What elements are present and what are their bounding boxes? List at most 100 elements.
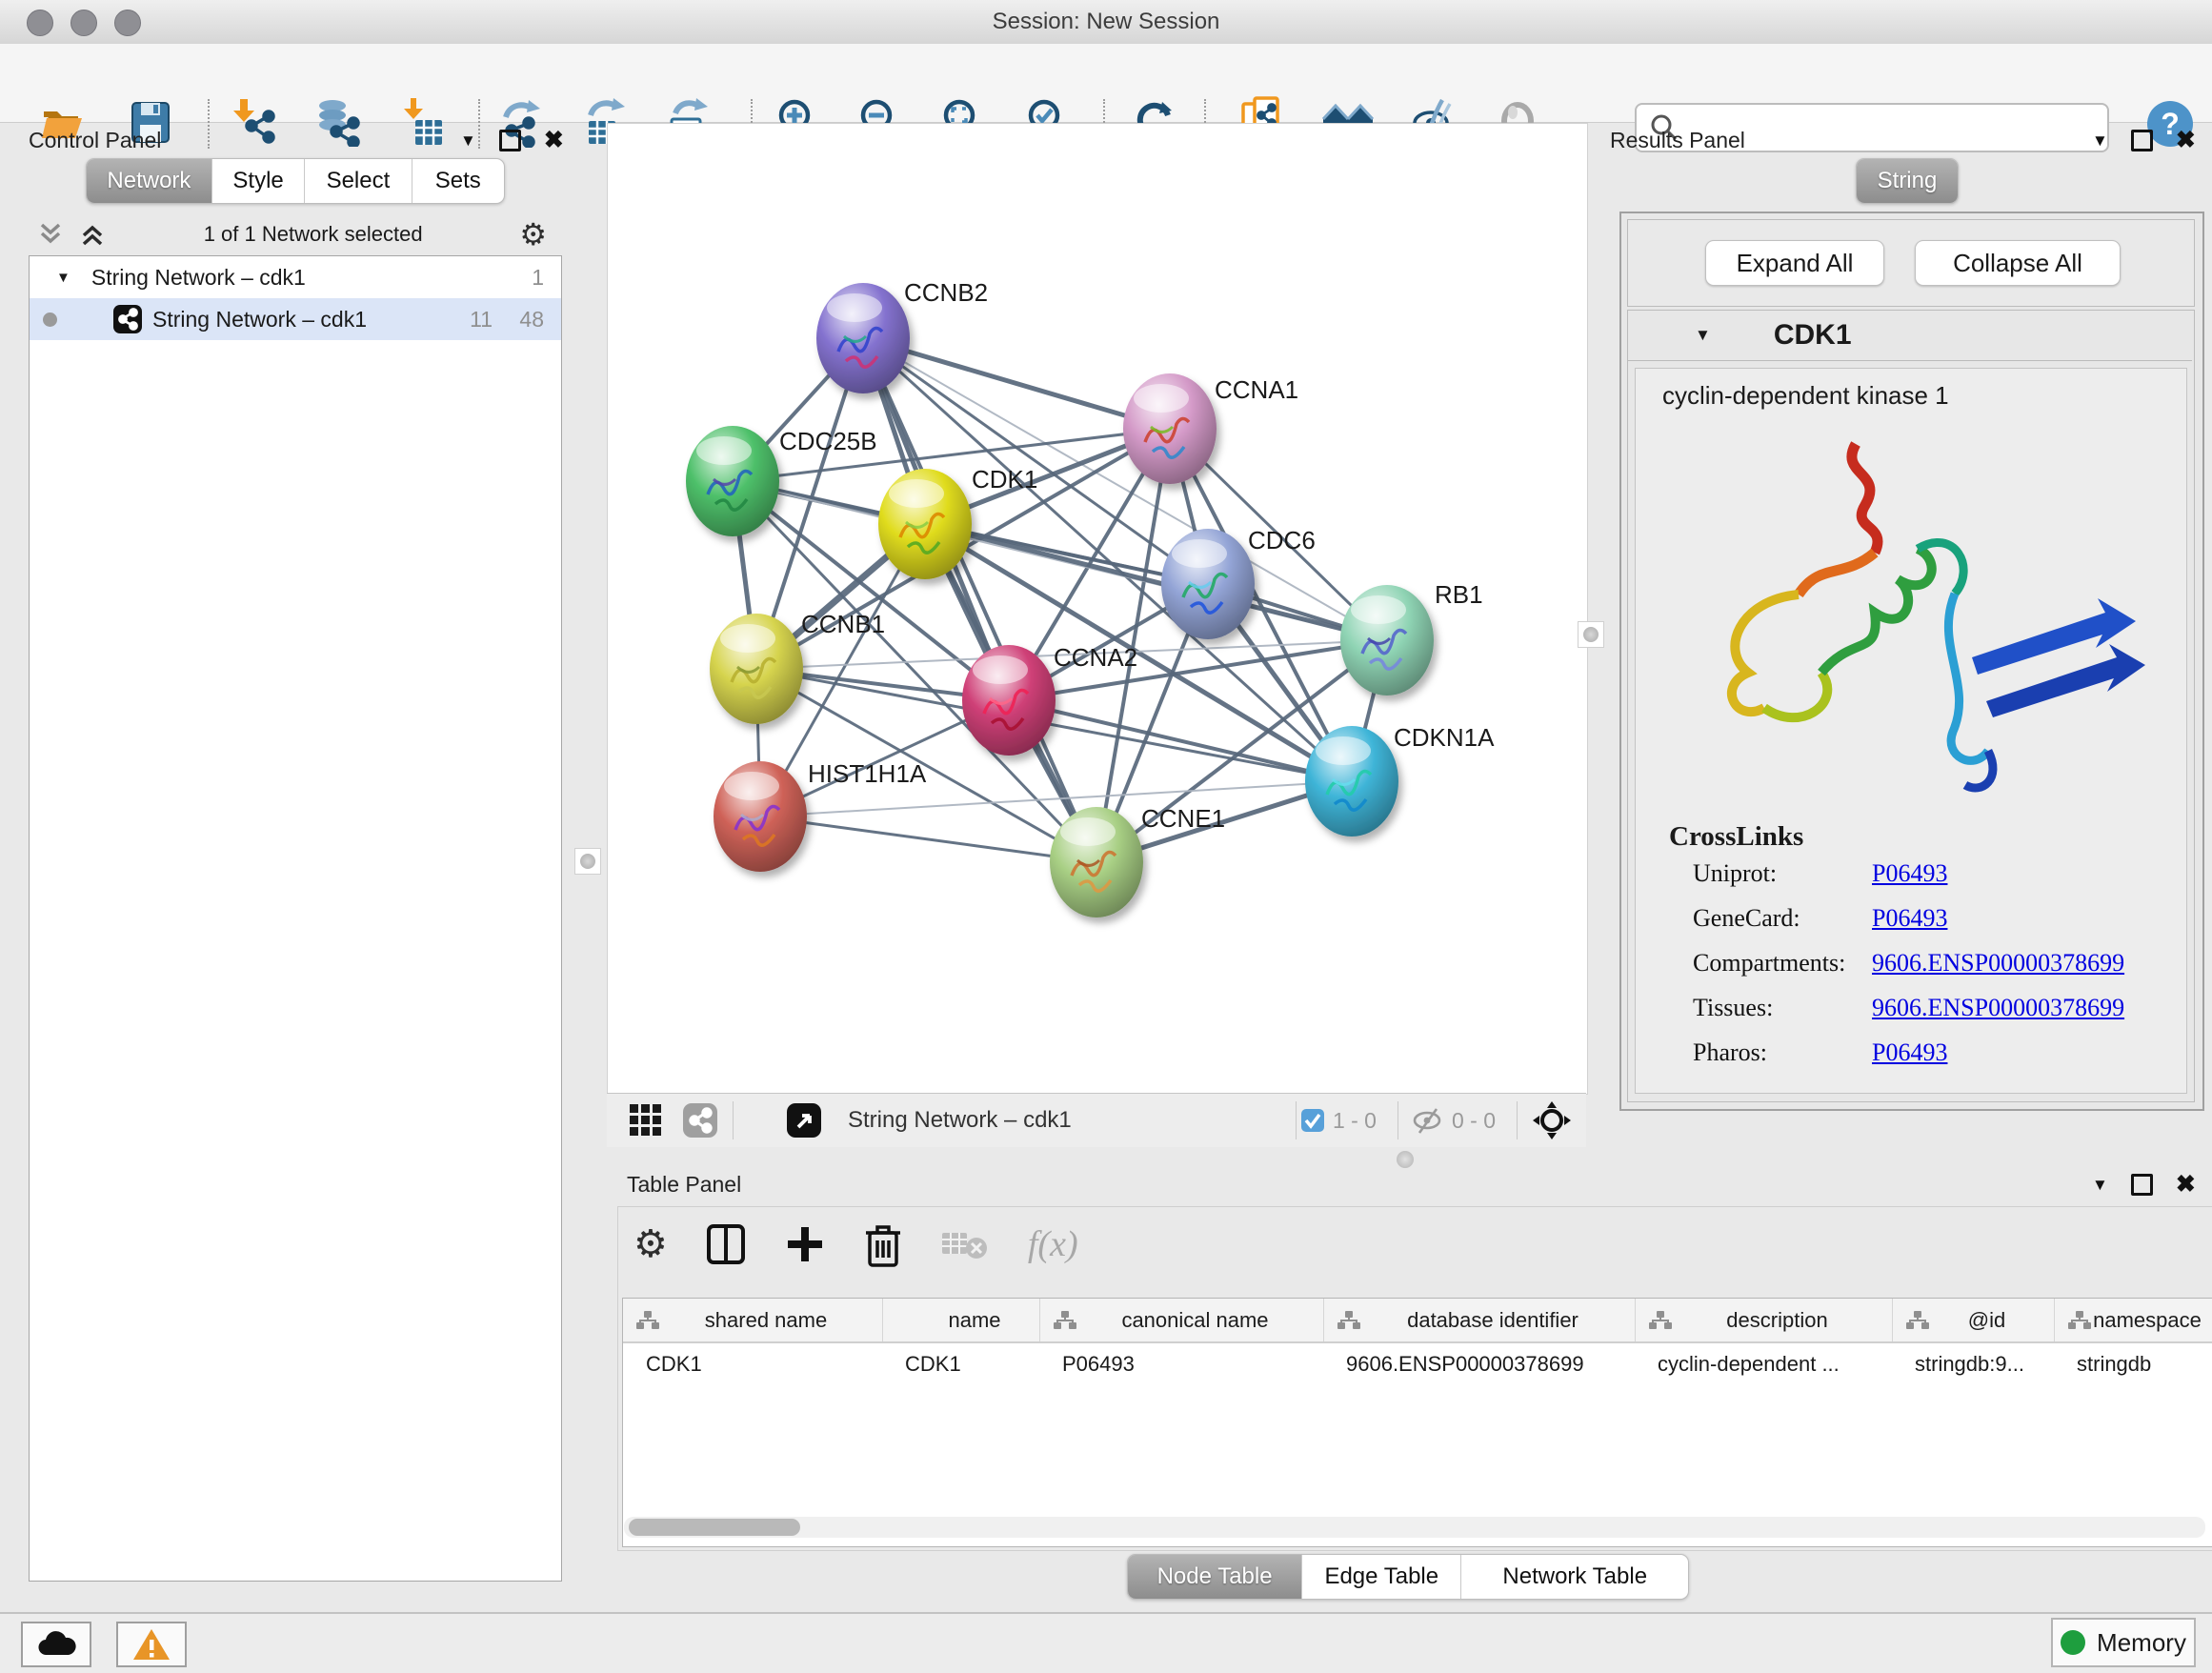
collection-label: String Network – cdk1 [91, 265, 306, 291]
edge-CCNB2-CCNA1[interactable] [863, 338, 1170, 429]
hidden-eye-icon[interactable] [1412, 1107, 1444, 1134]
crosslink-link[interactable]: 9606.ENSP00000378699 [1872, 994, 2124, 1022]
column-header-name[interactable]: name [882, 1299, 1039, 1341]
window-minimize-button[interactable] [70, 10, 97, 36]
cell[interactable]: CDK1 [882, 1352, 1039, 1377]
crosslink-label: GeneCard: [1693, 904, 1872, 933]
panel-menu-icon[interactable]: ▼ [2092, 1176, 2108, 1195]
memory-button[interactable]: Memory [2051, 1618, 2196, 1667]
node-CDK1[interactable] [878, 469, 972, 579]
import-network-database-button[interactable] [310, 93, 367, 151]
node-CCNE1[interactable] [1050, 807, 1143, 917]
crosslink-link[interactable]: 9606.ENSP00000378699 [1872, 949, 2124, 978]
node-count: 11 [470, 307, 493, 333]
window-title: Session: New Session [0, 0, 2212, 44]
tab-network[interactable]: Network [87, 159, 211, 203]
left-splitter-handle[interactable] [574, 848, 601, 875]
node-RB1[interactable] [1340, 585, 1434, 695]
collection-expander-icon[interactable]: ▼ [56, 270, 70, 286]
navigator-icon[interactable] [785, 1101, 823, 1139]
tab-sets[interactable]: Sets [412, 159, 504, 203]
cell[interactable]: cyclin-dependent ... [1635, 1352, 1892, 1377]
node-HIST1H1A[interactable] [714, 761, 807, 872]
node-CCNA1[interactable] [1123, 373, 1217, 484]
tab-node-table[interactable]: Node Table [1128, 1555, 1301, 1599]
panel-close-icon[interactable]: ✖ [2176, 1177, 2196, 1193]
gene-name: CDK1 [1774, 319, 1852, 352]
column-header-database-identifier[interactable]: database identifier [1323, 1299, 1635, 1341]
cell[interactable]: stringdb [2054, 1352, 2212, 1377]
node-CCNB2[interactable] [816, 283, 910, 393]
right-splitter-handle[interactable] [1578, 621, 1604, 648]
gene-section-header[interactable]: ▼ CDK1 [1628, 311, 2192, 361]
show-columns-icon[interactable] [706, 1222, 746, 1266]
column-header-shared-name[interactable]: shared name [623, 1299, 882, 1341]
node-CCNA2[interactable] [962, 645, 1056, 756]
collapse-all-button[interactable]: Collapse All [1915, 240, 2121, 286]
node-CDC25B[interactable] [686, 426, 779, 536]
cell[interactable]: P06493 [1039, 1352, 1323, 1377]
scrollbar-thumb[interactable] [629, 1519, 800, 1536]
grid-view-icon[interactable] [628, 1102, 664, 1139]
table-row[interactable]: CDK1CDK1P064939606.ENSP00000378699cyclin… [623, 1343, 2212, 1385]
panel-float-icon[interactable] [2131, 130, 2153, 151]
crosslink-label: Compartments: [1693, 949, 1872, 978]
node-CCNB1[interactable] [710, 614, 803, 724]
panel-menu-icon[interactable]: ▼ [460, 131, 476, 151]
column-header--id[interactable]: @id [1892, 1299, 2054, 1341]
table-horizontal-scrollbar[interactable] [624, 1517, 2205, 1538]
memory-label: Memory [2097, 1628, 2186, 1658]
tab-select[interactable]: Select [304, 159, 411, 203]
panel-menu-icon[interactable]: ▼ [2092, 131, 2108, 151]
tab-string[interactable]: String [1857, 159, 1958, 203]
string-view-icon[interactable] [681, 1101, 719, 1139]
edge-CCNE1-HIST1H1A[interactable] [760, 816, 1096, 862]
crosslink-link[interactable]: P06493 [1872, 1038, 1947, 1067]
panel-float-icon[interactable] [499, 130, 521, 151]
function-builder-icon: f(x) [1028, 1223, 1078, 1265]
panel-float-icon[interactable] [2131, 1174, 2153, 1196]
network-view-canvas[interactable]: CCNB2CCNA1CDC25BCDK1CDC6RB1CCNB1CCNA2CDK… [607, 123, 1588, 1095]
crosslink-link[interactable]: P06493 [1872, 859, 1947, 888]
cell[interactable]: stringdb:9... [1892, 1352, 2054, 1377]
node-CDC6[interactable] [1161, 529, 1255, 639]
panel-close-icon[interactable]: ✖ [2176, 132, 2196, 149]
expand-all-button[interactable]: Expand All [1705, 240, 1884, 286]
tab-edge-table[interactable]: Edge Table [1301, 1555, 1460, 1599]
cell[interactable]: CDK1 [623, 1352, 882, 1377]
node-label-CDK1: CDK1 [972, 465, 1037, 494]
column-header-description[interactable]: description [1635, 1299, 1892, 1341]
network-collection-row[interactable]: ▼ String Network – cdk1 1 [30, 256, 561, 298]
window-zoom-button[interactable] [114, 10, 141, 36]
crosslink-link[interactable]: P06493 [1872, 904, 1947, 933]
window-close-button[interactable] [27, 10, 53, 36]
column-header-canonical-name[interactable]: canonical name [1039, 1299, 1323, 1341]
tab-network-table[interactable]: Network Table [1460, 1555, 1688, 1599]
table-options-gear-icon[interactable]: ⚙ [633, 1225, 668, 1263]
edge-CDK1-RB1[interactable] [925, 524, 1387, 640]
crosslink-row: Pharos:P06493 [1693, 1038, 2179, 1067]
network-options-gear-icon[interactable]: ⚙ [519, 219, 547, 250]
collapse-all-icon[interactable] [36, 221, 65, 248]
import-table-file-button[interactable] [396, 93, 453, 151]
network-row-selected[interactable]: String Network – cdk1 11 48 [30, 298, 561, 340]
import-network-file-button[interactable] [227, 93, 284, 151]
section-expander-icon[interactable]: ▼ [1695, 326, 1711, 345]
cloud-status-button[interactable] [21, 1622, 91, 1667]
horizontal-splitter-handle[interactable] [1397, 1151, 1414, 1168]
tab-style[interactable]: Style [211, 159, 304, 203]
title-bar: Session: New Session [0, 0, 2212, 45]
selected-checkbox-icon[interactable] [1300, 1108, 1325, 1133]
cell[interactable]: 9606.ENSP00000378699 [1323, 1352, 1635, 1377]
node-CDKN1A[interactable] [1305, 726, 1398, 836]
panel-close-icon[interactable]: ✖ [544, 132, 564, 149]
expand-all-icon[interactable] [78, 221, 107, 248]
search-input[interactable] [1688, 108, 2107, 148]
memory-status-icon [2061, 1630, 2085, 1655]
add-column-icon[interactable] [784, 1223, 826, 1265]
warning-status-button[interactable] [116, 1622, 187, 1667]
delete-column-icon[interactable] [864, 1221, 902, 1267]
column-header-namespace[interactable]: namespace [2054, 1299, 2212, 1341]
birds-eye-toggle-icon[interactable] [1531, 1099, 1573, 1141]
shared-column-icon [1337, 1310, 1360, 1331]
